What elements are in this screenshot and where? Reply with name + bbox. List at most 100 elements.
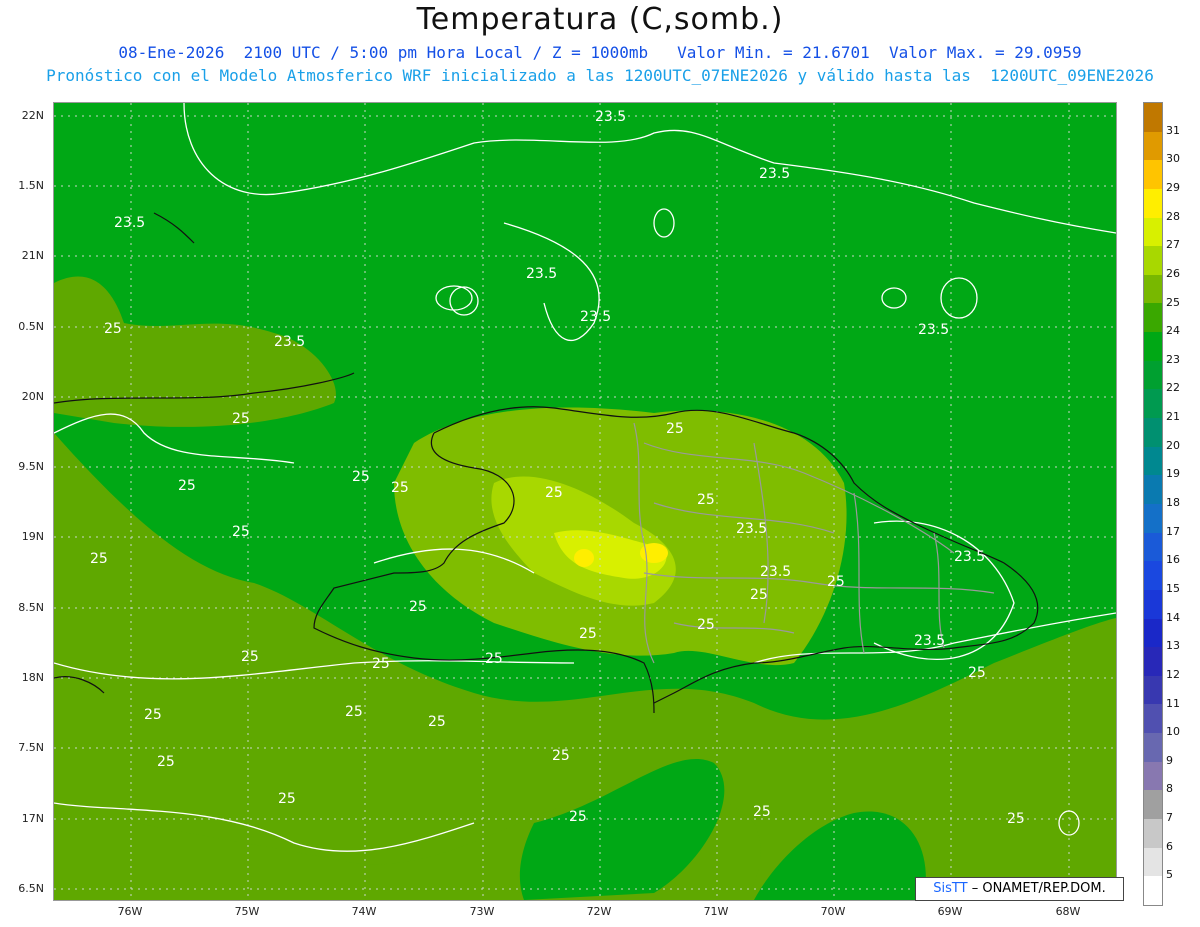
- peak-zone: [574, 549, 594, 567]
- colorbar-segment: [1144, 103, 1162, 132]
- contour-label: 25: [428, 714, 446, 730]
- contour-label: 25: [104, 321, 122, 337]
- colorbar-segment: [1144, 876, 1162, 905]
- lon-label: 72W: [586, 905, 612, 918]
- lon-label: 74W: [351, 905, 377, 918]
- contour-label: 23.5: [114, 215, 145, 231]
- colorbar-label: 16: [1166, 553, 1180, 567]
- forecast-validity-line: 08-Ene-2026 2100 UTC / 5:00 pm Hora Loca…: [118, 43, 1082, 62]
- colorbar-label: 23: [1166, 352, 1180, 366]
- contour-label: 23.5: [736, 521, 767, 537]
- colorbar-label: 9: [1166, 753, 1173, 767]
- colorbar-segment: [1144, 389, 1162, 419]
- lat-label: 21N: [21, 249, 44, 262]
- contour-label: 25: [753, 804, 771, 820]
- colorbar-label: 31: [1166, 123, 1180, 137]
- lat-label: 8.5N: [18, 601, 44, 614]
- contour-label: 25: [579, 626, 597, 642]
- colorbar-label: 29: [1166, 180, 1180, 194]
- contour-label: 25: [352, 469, 370, 485]
- contour-label: 25: [232, 524, 250, 540]
- contour-label: 25: [697, 492, 715, 508]
- contour-label: 23.5: [580, 309, 611, 325]
- colorbar-segment: [1144, 589, 1162, 619]
- colorbar-segment: [1144, 503, 1162, 533]
- colorbar-segment: [1144, 733, 1162, 762]
- colorbar-label: 5: [1166, 868, 1173, 882]
- colorbar-label: 20: [1166, 438, 1180, 452]
- contour-label: 25: [345, 704, 363, 720]
- colorbar-segment: [1144, 360, 1162, 390]
- colorbar-segment: [1144, 188, 1162, 218]
- contour-label: 23.5: [918, 322, 949, 338]
- colorbar-segment: [1144, 332, 1162, 361]
- colorbar-label: 19: [1166, 467, 1180, 481]
- colorbar-segment: [1144, 274, 1162, 304]
- contour-label: 23.5: [595, 109, 626, 125]
- lat-label: 19N: [21, 530, 44, 543]
- colorbar-segment: [1144, 246, 1162, 275]
- contour-label: 23.5: [526, 266, 557, 282]
- contour-label: 23.5: [759, 166, 790, 182]
- colorbar-segment: [1144, 819, 1162, 848]
- colorbar-label: 17: [1166, 524, 1180, 538]
- map-canvas: 23.5 23.5 23.5 23.5 23.5 23.5 23.5 23.5 …: [54, 103, 1116, 900]
- colorbar-segment: [1144, 704, 1162, 734]
- colorbar-segment: [1144, 561, 1162, 590]
- contour-label: 25: [391, 480, 409, 496]
- lon-label: 68W: [1055, 905, 1081, 918]
- colorbar-segment: [1144, 790, 1162, 820]
- contour-label: 25: [1007, 811, 1025, 827]
- colorbar-segment: [1144, 761, 1162, 791]
- colorbar-segment: [1144, 618, 1162, 648]
- contour-label: 25: [178, 478, 196, 494]
- colorbar-label: 18: [1166, 496, 1180, 509]
- contour-label: 25: [545, 485, 563, 501]
- colorbar-label: 11: [1166, 696, 1180, 710]
- lon-label: 69W: [937, 905, 963, 918]
- colorbar-label: 25: [1166, 295, 1180, 309]
- credit-text: – ONAMET/REP.DOM.: [971, 881, 1106, 896]
- credit-box: SisTT – ONAMET/REP.DOM.: [915, 877, 1124, 901]
- colorbar-label: 7: [1166, 811, 1173, 825]
- lat-label: 20N: [21, 390, 44, 403]
- contour-label: 25: [666, 421, 684, 437]
- lat-label: 1.5N: [18, 179, 44, 192]
- temperature-map: 23.5 23.5 23.5 23.5 23.5 23.5 23.5 23.5 …: [53, 102, 1117, 901]
- lat-label: 6.5N: [18, 882, 44, 895]
- lon-label: 75W: [234, 905, 260, 918]
- contour-label: 25: [750, 587, 768, 603]
- contour-label: 25: [372, 656, 390, 672]
- colorbar-segment: [1144, 303, 1162, 333]
- lon-label: 71W: [703, 905, 729, 918]
- contour-label: 23.5: [954, 549, 985, 565]
- contour-label: 25: [241, 649, 259, 665]
- colorbar-segment: [1144, 475, 1162, 504]
- contour-label: 25: [827, 574, 845, 590]
- colorbar-segment: [1144, 131, 1162, 161]
- lat-label: 18N: [21, 671, 44, 684]
- colorbar-segment: [1144, 160, 1162, 189]
- colorbar-label: 14: [1166, 610, 1180, 624]
- contour-label: 25: [157, 754, 175, 770]
- colorbar-segment: [1144, 532, 1162, 562]
- lon-label: 70W: [820, 905, 846, 918]
- colorbar-label: 15: [1166, 581, 1180, 595]
- colorbar-label: 27: [1166, 238, 1180, 252]
- contour-label: 25: [232, 411, 250, 427]
- contour-label: 25: [968, 665, 986, 681]
- contour-label: 23.5: [274, 334, 305, 350]
- colorbar-segment: [1144, 217, 1162, 247]
- colorbar-label: 24: [1166, 324, 1180, 338]
- colorbar-label: 21: [1166, 410, 1180, 424]
- model-info-line: Pronóstico con el Modelo Atmosferico WRF…: [46, 66, 1154, 85]
- contour-label: 25: [144, 707, 162, 723]
- contour-label: 25: [278, 791, 296, 807]
- sis-logo-text: SisTT: [933, 881, 968, 896]
- colorbar-label: 28: [1166, 209, 1180, 223]
- lon-label: 73W: [469, 905, 495, 918]
- lat-label: 17N: [21, 812, 44, 825]
- colorbar-segment: [1144, 675, 1162, 705]
- contour-label: 25: [90, 551, 108, 567]
- contour-label: 25: [552, 748, 570, 764]
